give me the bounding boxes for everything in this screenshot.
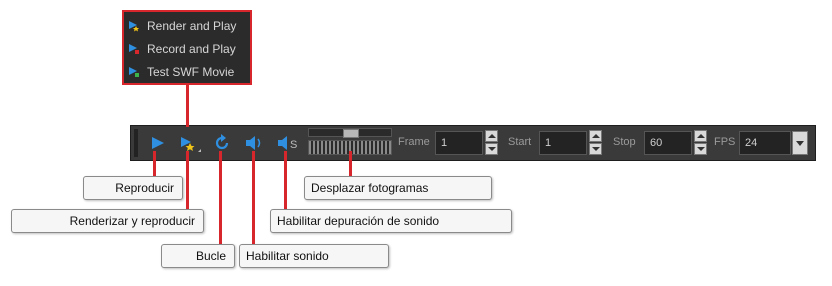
- fps-field[interactable]: 24: [739, 131, 791, 155]
- frame-label: Frame: [398, 136, 430, 148]
- render-play-icon: [181, 137, 201, 152]
- callout-play: Reproducir: [83, 176, 183, 200]
- callout-render-and-play: Renderizar y reproducir: [11, 209, 204, 233]
- sound-scrub-connector-line: [284, 151, 287, 210]
- start-down-button[interactable]: [589, 143, 602, 155]
- menu-item-label: Record and Play: [147, 42, 236, 56]
- menu-item-label: Render and Play: [147, 19, 237, 33]
- start-up-button[interactable]: [589, 130, 602, 142]
- test-swf-icon: [128, 66, 140, 78]
- menu-item-record-and-play[interactable]: Record and Play: [128, 39, 248, 59]
- render-menu: Render and Play Record and Play Test SWF…: [122, 10, 252, 85]
- svg-text:S: S: [290, 139, 297, 151]
- callout-enable-sound: Habilitar sonido: [239, 244, 389, 268]
- fps-label: FPS: [714, 136, 736, 148]
- callout-scrub-frames: Desplazar fotogramas: [304, 176, 492, 200]
- scrub-connector-line: [349, 151, 352, 178]
- frame-stepper[interactable]: [485, 130, 498, 156]
- scrubber-thumb[interactable]: [343, 129, 359, 138]
- loop-icon: [215, 134, 229, 150]
- callout-loop: Bucle: [161, 244, 235, 268]
- render-play-icon: [128, 20, 140, 32]
- scrubber-track[interactable]: [308, 128, 392, 138]
- frame-up-button[interactable]: [485, 130, 498, 142]
- play-button[interactable]: [147, 132, 169, 154]
- start-field[interactable]: 1: [539, 131, 587, 155]
- sound-scrub-icon: S: [278, 136, 297, 151]
- sound-connector-line: [252, 151, 255, 246]
- render-play-connector-line: [186, 151, 189, 210]
- callout-enable-sound-scrubbing: Habilitar depuración de sonido: [270, 209, 512, 233]
- fps-dropdown-button[interactable]: [792, 131, 808, 155]
- play-connector-line: [153, 151, 156, 178]
- menu-item-test-swf-movie[interactable]: Test SWF Movie: [128, 62, 248, 82]
- stop-down-button[interactable]: [694, 143, 707, 155]
- stop-stepper[interactable]: [694, 130, 707, 156]
- menu-item-render-and-play[interactable]: Render and Play: [128, 16, 248, 36]
- loop-button[interactable]: [211, 132, 233, 154]
- play-icon: [152, 137, 164, 149]
- menu-item-label: Test SWF Movie: [147, 65, 235, 79]
- toolbar-grip[interactable]: [134, 129, 138, 157]
- stop-field[interactable]: 60: [644, 131, 692, 155]
- start-stepper[interactable]: [589, 130, 602, 156]
- frame-down-button[interactable]: [485, 143, 498, 155]
- playback-toolbar: S Frame 1 Start 1 Stop 60 FPS 24: [130, 125, 816, 161]
- frame-field[interactable]: 1: [435, 131, 483, 155]
- stop-label: Stop: [613, 136, 636, 148]
- record-play-icon: [128, 43, 140, 55]
- menu-connector-line: [186, 84, 189, 127]
- loop-connector-line: [219, 151, 222, 246]
- start-label: Start: [508, 136, 532, 148]
- stop-up-button[interactable]: [694, 130, 707, 142]
